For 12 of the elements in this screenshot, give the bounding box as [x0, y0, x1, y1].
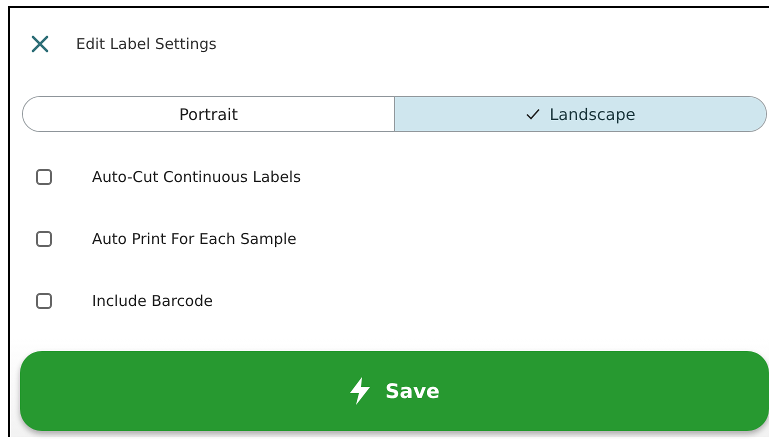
checkbox[interactable] — [36, 293, 52, 309]
check-icon — [526, 108, 540, 120]
option-label: Include Barcode — [92, 292, 213, 310]
option-label: Auto-Cut Continuous Labels — [92, 168, 301, 186]
close-icon[interactable] — [30, 34, 50, 54]
checkbox[interactable] — [36, 231, 52, 247]
dialog-title: Edit Label Settings — [76, 35, 217, 53]
option-label: Auto Print For Each Sample — [92, 230, 297, 248]
checkbox[interactable] — [36, 169, 52, 185]
save-button[interactable]: Save — [20, 351, 769, 431]
lightning-icon — [349, 377, 372, 405]
orientation-tab[interactable]: Landscape — [394, 97, 766, 131]
